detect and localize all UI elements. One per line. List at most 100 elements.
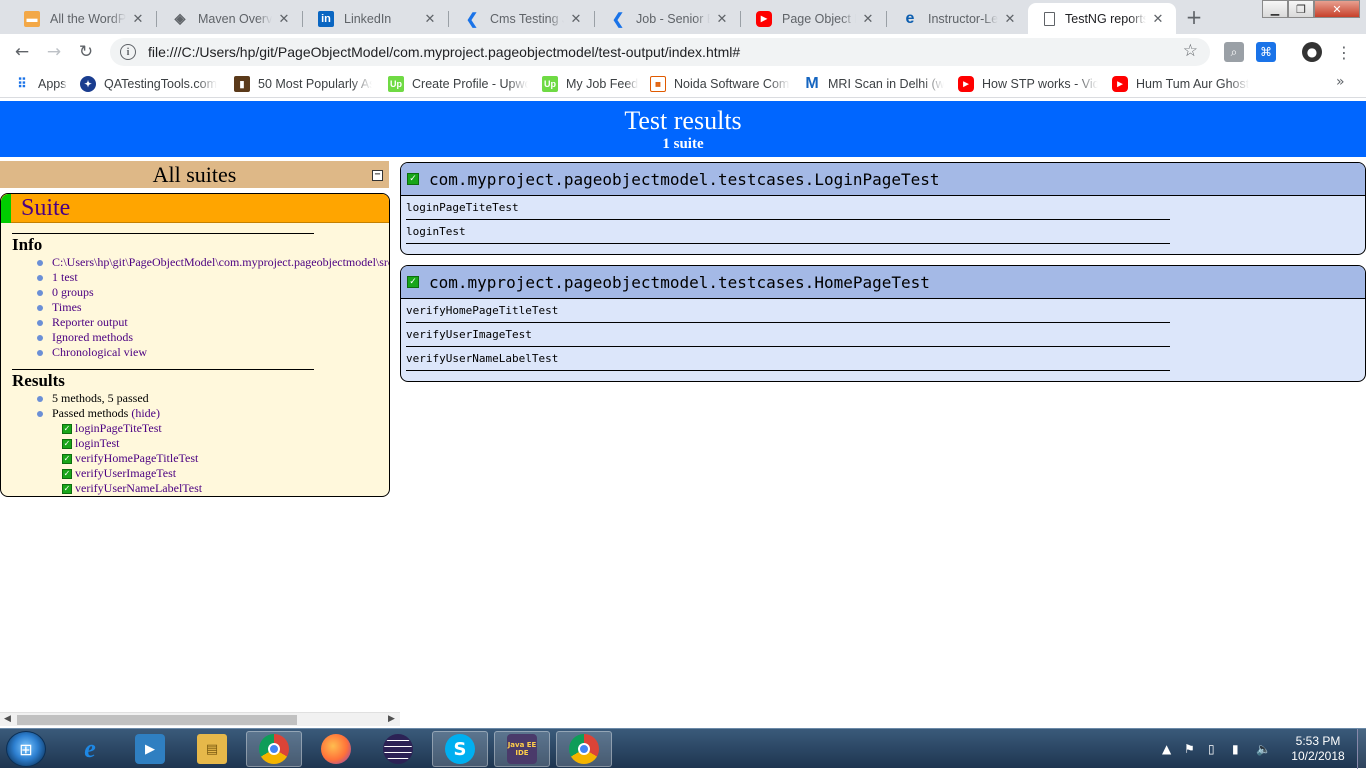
bookmark-label: Hum Tum Aur Ghost: [1136, 77, 1250, 91]
bookmark-item[interactable]: Up My Job Feed: [542, 75, 640, 93]
scroll-right-icon[interactable]: ▶: [388, 714, 395, 724]
taskbar-app[interactable]: ▤: [184, 731, 240, 767]
menu-icon[interactable]: ⋮: [1334, 42, 1354, 62]
browser-tab[interactable]: ◈ Maven Overview ✕: [156, 3, 302, 34]
url-text: file:///C:/Users/hp/git/PageObjectModel/…: [148, 44, 741, 60]
bookmark-item[interactable]: ⠿ Apps: [14, 75, 74, 93]
bookmark-item[interactable]: ▶ How STP works - Video: [958, 75, 1098, 93]
youtube-icon: ▶: [756, 10, 772, 27]
close-icon[interactable]: ✕: [568, 11, 584, 27]
bookmark-item[interactable]: ▶ Hum Tum Aur Ghost: [1112, 75, 1252, 93]
test-class-panel: ✓ com.myproject.pageobjectmodel.testcase…: [400, 162, 1366, 255]
scrollbar-thumb[interactable]: [17, 715, 297, 725]
taskbar-app[interactable]: [370, 731, 426, 767]
passed-method-link[interactable]: ✓ verifyUserNameLabelTest: [62, 481, 202, 496]
browser-tab[interactable]: in LinkedIn ✕: [302, 3, 448, 34]
bookmarks-bar: ⠿ Apps ✦ QATestingTools.com ▮ 50 Most Po…: [0, 70, 1366, 98]
more-bookmarks-icon[interactable]: »: [1336, 74, 1345, 90]
info-chronological-view-link[interactable]: Chronological view: [37, 345, 389, 360]
info-groups-link[interactable]: 0 groups: [37, 285, 389, 300]
bullet-icon: [37, 290, 43, 296]
suite-header[interactable]: Suite: [1, 194, 389, 223]
suite-panel: Suite Info C:\Users\hp\git\PageObjectMod…: [0, 193, 390, 497]
reload-button[interactable]: ↻: [74, 40, 98, 64]
hide-link[interactable]: (hide): [131, 406, 160, 420]
taskbar-app[interactable]: [556, 731, 612, 767]
info-ignored-methods-link[interactable]: Ignored methods: [37, 330, 389, 345]
back-button[interactable]: ←: [10, 40, 34, 64]
scroll-left-icon[interactable]: ◀: [4, 714, 11, 724]
test-method-row: loginPageTiteTest: [406, 196, 1170, 220]
qatesting-icon: ✦: [80, 76, 96, 92]
maximize-button[interactable]: ❐: [1288, 0, 1314, 18]
job-site-icon: ❮: [465, 10, 479, 28]
info-icon[interactable]: i: [120, 44, 136, 60]
taskbar-app[interactable]: S: [432, 731, 488, 767]
show-desktop-button[interactable]: [1357, 729, 1366, 769]
bullet-icon: [37, 335, 43, 341]
extension-icon[interactable]: ⌘: [1256, 42, 1276, 62]
bullet-icon: [37, 411, 43, 417]
browser-tab-active[interactable]: TestNG reports ✕: [1028, 3, 1176, 34]
system-clock[interactable]: 5:53 PM 10/2/2018: [1280, 734, 1356, 764]
close-icon[interactable]: ✕: [1150, 11, 1166, 27]
show-hidden-icons[interactable]: ▲: [1162, 729, 1171, 769]
passed-method-link[interactable]: ✓ verifyUserImageTest: [62, 466, 202, 481]
bookmark-item[interactable]: ✦ QATestingTools.com: [80, 75, 220, 93]
bookmark-item[interactable]: ▦ Noida Software Company: [650, 75, 790, 93]
new-tab-button[interactable]: +: [1180, 5, 1208, 29]
forward-button[interactable]: →: [42, 40, 66, 64]
passed-check-icon: ✓: [62, 468, 72, 479]
info-title: Info: [12, 235, 43, 254]
volume-icon[interactable]: 🔈: [1256, 729, 1271, 769]
avatar[interactable]: ●: [1302, 42, 1322, 62]
close-icon[interactable]: ✕: [130, 11, 146, 27]
passed-method-link[interactable]: ✓ verifyHomePageTitleTest: [62, 451, 202, 466]
bookmark-label: 50 Most Popularly Asked: [258, 77, 372, 91]
address-bar[interactable]: i file:///C:/Users/hp/git/PageObjectMode…: [110, 38, 1210, 66]
passed-method-link[interactable]: ✓ loginPageTiteTest: [62, 421, 202, 436]
test-class-header[interactable]: ✓ com.myproject.pageobjectmodel.testcase…: [401, 266, 1365, 299]
browser-tab[interactable]: ❮ Job - Senior Engineer ✕: [594, 3, 740, 34]
passed-method-link[interactable]: ✓ loginTest: [62, 436, 202, 451]
close-icon[interactable]: ✕: [714, 11, 730, 27]
browser-tab[interactable]: ▶ Page Object Model ✕: [740, 3, 886, 34]
passed-check-icon: ✓: [407, 173, 419, 185]
collapse-icon[interactable]: −: [372, 170, 383, 181]
chrome-icon: [259, 734, 289, 764]
horizontal-scrollbar[interactable]: ◀ ▶: [0, 712, 400, 726]
close-icon[interactable]: ✕: [860, 11, 876, 27]
extension-icon[interactable]: ⌕: [1224, 42, 1244, 62]
taskbar-app[interactable]: e: [62, 731, 118, 767]
start-button[interactable]: ⊞: [6, 731, 46, 767]
power-icon[interactable]: ▯: [1208, 729, 1215, 769]
bookmark-item[interactable]: Up Create Profile - Upwork: [388, 75, 528, 93]
close-window-button[interactable]: ✕: [1314, 0, 1360, 18]
info-times-link[interactable]: Times: [37, 300, 389, 315]
info-tests-link[interactable]: 1 test: [37, 270, 389, 285]
info-reporter-output-link[interactable]: Reporter output: [37, 315, 389, 330]
bookmark-item[interactable]: M MRI Scan in Delhi (with: [804, 75, 944, 93]
document-icon: [1044, 11, 1055, 26]
skype-icon: S: [445, 734, 475, 764]
minimize-button[interactable]: ▁: [1262, 0, 1288, 18]
browser-tab[interactable]: e Instructor-Led Online ✕: [886, 3, 1028, 34]
info-path-link[interactable]: C:\Users\hp\git\PageObjectModel\com.mypr…: [37, 255, 389, 270]
close-icon[interactable]: ✕: [1002, 11, 1018, 27]
bookmark-star-icon[interactable]: ☆: [1183, 41, 1198, 61]
divider: [12, 233, 314, 234]
passed-check-icon: ✓: [407, 276, 419, 288]
browser-tab[interactable]: ▬ All the WordPress ✕: [8, 3, 156, 34]
bookmark-item[interactable]: ▮ 50 Most Popularly Asked: [234, 75, 372, 93]
browser-tab[interactable]: ❮ Cms Testing Jobs ✕: [448, 3, 594, 34]
close-icon[interactable]: ✕: [276, 11, 292, 27]
action-center-icon[interactable]: ⚑: [1184, 729, 1195, 769]
taskbar-app[interactable]: Java EE IDE: [494, 731, 550, 767]
test-class-header[interactable]: ✓ com.myproject.pageobjectmodel.testcase…: [401, 163, 1365, 196]
browser-toolbar: ← → ↻ i file:///C:/Users/hp/git/PageObje…: [0, 34, 1366, 70]
taskbar-app[interactable]: [308, 731, 364, 767]
close-icon[interactable]: ✕: [422, 11, 438, 27]
taskbar-app[interactable]: ▶: [122, 731, 178, 767]
taskbar-app[interactable]: [246, 731, 302, 767]
network-icon[interactable]: ▮: [1232, 729, 1239, 769]
